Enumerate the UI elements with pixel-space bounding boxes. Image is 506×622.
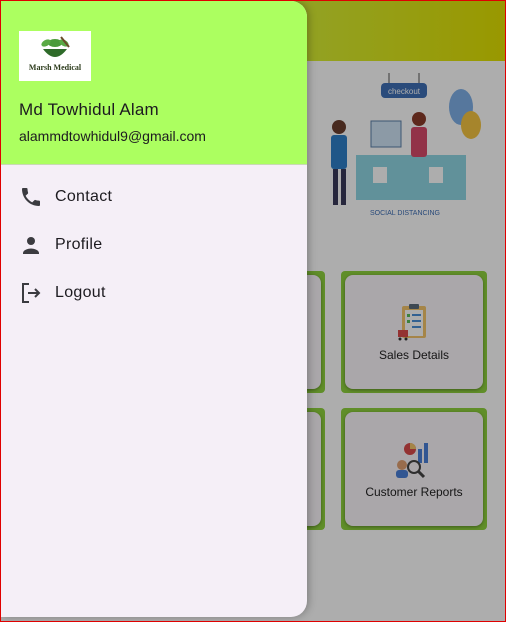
drawer-item-contact[interactable]: Contact <box>1 173 307 221</box>
logo-text: Marsh Medical <box>28 63 82 72</box>
navigation-drawer: Marsh Medical Md Towhidul Alam alammdtow… <box>1 1 307 617</box>
drawer-item-label: Logout <box>55 284 106 301</box>
marsh-medical-logo: Marsh Medical <box>19 31 91 81</box>
drawer-item-label: Contact <box>55 188 113 205</box>
drawer-item-profile[interactable]: Profile <box>1 221 307 269</box>
drawer-item-label: Profile <box>55 236 103 253</box>
logout-icon <box>22 283 41 303</box>
user-name: Md Towhidul Alam <box>19 100 159 119</box>
phone-icon <box>22 188 40 206</box>
app-window: ch checkout SOCIAL DISTANCING <box>0 0 506 622</box>
drawer-item-logout[interactable]: Logout <box>1 269 307 317</box>
person-icon <box>23 237 39 254</box>
user-email: alammdtowhidul9@gmail.com <box>19 128 206 144</box>
drawer-header: Marsh Medical Md Towhidul Alam alammdtow… <box>1 1 307 165</box>
